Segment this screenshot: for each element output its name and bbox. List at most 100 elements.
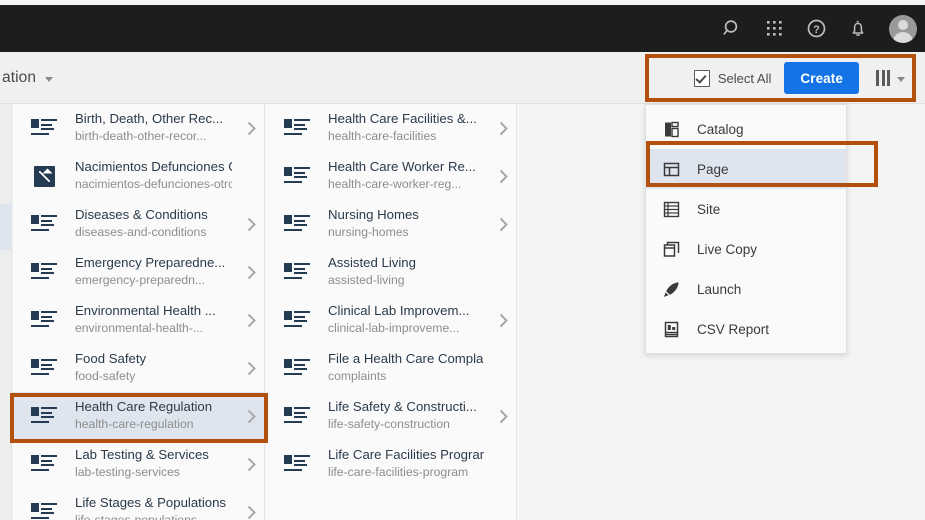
menu-item-site[interactable]: Site (646, 189, 846, 229)
list-item-subtitle: complaints (328, 368, 387, 383)
page-doc-icon (284, 406, 310, 426)
list-item-subtitle: nacimientos-defunciones-otro... (75, 176, 232, 191)
list-item[interactable]: Clinical Lab Improvem... clinical-lab-imp… (266, 296, 516, 344)
search-icon[interactable] (719, 16, 745, 42)
list-item[interactable]: Life Stages & Populations life-stages-pop… (13, 488, 264, 520)
chevron-right-icon[interactable] (238, 121, 264, 136)
help-icon[interactable]: ? (803, 16, 829, 42)
list-item-subtitle: clinical-lab-improveme... (328, 320, 460, 335)
list-item[interactable]: Food Safety food-safety (13, 344, 264, 392)
chevron-right-icon[interactable] (238, 265, 264, 280)
list-item-title: Assisted Living (328, 255, 416, 271)
page-icon (662, 160, 680, 178)
bell-icon[interactable] (845, 16, 871, 42)
menu-item-label: Launch (697, 281, 742, 297)
select-all-button[interactable]: Select All (681, 61, 784, 95)
create-button[interactable]: Create (784, 62, 859, 94)
list-item-subtitle: life-stages-populations (75, 512, 197, 520)
list-item[interactable]: Health Care Regulation health-care-regula… (13, 392, 264, 440)
list-item[interactable]: Health Care Worker Re... health-care-work… (266, 152, 516, 200)
list-item-subtitle: environmental-health-... (75, 320, 204, 335)
list-item-icon (266, 118, 328, 138)
column-view-icon (876, 70, 890, 86)
scroll-rail-thumb[interactable] (0, 204, 12, 250)
menu-item-csv-report[interactable]: CSV Report (646, 309, 846, 349)
list-item[interactable]: Lab Testing & Services lab-testing-servic… (13, 440, 264, 488)
list-item[interactable]: Life Safety & Constructi... life-safety-c… (266, 392, 516, 440)
list-item-subtitle: diseases-and-conditions (75, 224, 207, 239)
list-item[interactable]: Diseases & Conditions diseases-and-condit… (13, 200, 264, 248)
live-copy-icon (662, 240, 680, 258)
csv-report-icon (662, 320, 680, 338)
list-item[interactable]: File a Health Care Complaint complaints (266, 344, 516, 392)
list-item[interactable]: Nursing Homes nursing-homes (266, 200, 516, 248)
list-item-title: Health Care Worker Re... (328, 159, 476, 175)
menu-item-launch[interactable]: Launch (646, 269, 846, 309)
menu-item-page[interactable]: Page (646, 149, 846, 189)
list-item-title: Life Care Facilities Program (328, 447, 484, 463)
breadcrumb[interactable]: ation (0, 52, 54, 104)
list-item-subtitle: emergency-preparedn... (75, 272, 206, 287)
list-item-icon (266, 262, 328, 282)
list-item-icon (13, 165, 75, 187)
list-item-icon (266, 214, 328, 234)
list-item-body: Health Care Facilities &... health-care-f… (328, 111, 490, 144)
scroll-rail[interactable] (0, 104, 12, 520)
list-item-icon (266, 358, 328, 378)
menu-item-label: Catalog (697, 121, 744, 137)
list-item[interactable]: Health Care Facilities &... health-care-f… (266, 104, 516, 152)
menu-item-live-copy[interactable]: Live Copy (646, 229, 846, 269)
list-item-icon (13, 262, 75, 282)
list-item-title: Birth, Death, Other Rec... (75, 111, 224, 127)
chevron-right-icon[interactable] (490, 313, 516, 328)
menu-item-label: Live Copy (697, 241, 758, 257)
list-item[interactable]: Environmental Health ... environmental-he… (13, 296, 264, 344)
list-item-title: Life Safety & Constructi... (328, 399, 477, 415)
chevron-down-icon[interactable] (897, 76, 905, 82)
page-doc-icon (284, 118, 310, 138)
page-doc-icon (284, 454, 310, 474)
list-item-title: Emergency Preparedne... (75, 255, 226, 271)
list-item[interactable]: Nacimientos Defunciones Otr...nacimiento… (13, 152, 264, 200)
list-item-body: Life Stages & Populations life-stages-pop… (75, 495, 238, 520)
chevron-right-icon[interactable] (490, 121, 516, 136)
list-item-body: Life Care Facilities Program life-care-fa… (328, 447, 490, 480)
list-item-body: Diseases & Conditions diseases-and-condit… (75, 207, 238, 240)
list-item-body: File a Health Care Complaint complaints (328, 351, 490, 384)
list-item-title: Environmental Health ... (75, 303, 216, 319)
list-item-title: Life Stages & Populations (75, 495, 227, 511)
page-doc-icon (31, 454, 57, 474)
chevron-right-icon[interactable] (238, 217, 264, 232)
list-item-body: Clinical Lab Improvem... clinical-lab-imp… (328, 303, 490, 336)
create-dropdown-menu: Catalog Page Site Live Copy Launch CSV Report (645, 104, 847, 354)
apps-grid-icon[interactable] (761, 16, 787, 42)
chevron-right-icon[interactable] (238, 361, 264, 376)
list-item-body: Food Safety food-safety (75, 351, 238, 384)
list-item-body: Lab Testing & Services lab-testing-servic… (75, 447, 238, 480)
list-item[interactable]: Birth, Death, Other Rec... birth-death-ot… (13, 104, 264, 152)
list-item-title: Food Safety (75, 351, 147, 367)
chevron-right-icon[interactable] (238, 409, 264, 424)
page-doc-icon (31, 262, 57, 282)
list-item-icon (266, 406, 328, 426)
menu-item-catalog[interactable]: Catalog (646, 109, 846, 149)
column-1: Birth, Death, Other Rec... birth-death-ot… (13, 104, 265, 520)
list-item-subtitle: food-safety (75, 368, 136, 383)
page-doc-icon (31, 118, 57, 138)
list-item-subtitle: assisted-living (328, 272, 405, 287)
list-item[interactable]: Emergency Preparedne... emergency-prepare… (13, 248, 264, 296)
list-item-subtitle: birth-death-other-recor... (75, 128, 207, 143)
chevron-right-icon[interactable] (490, 217, 516, 232)
page-doc-icon (31, 358, 57, 378)
chevron-right-icon[interactable] (490, 169, 516, 184)
chevron-down-icon[interactable] (45, 76, 54, 82)
chevron-right-icon[interactable] (238, 457, 264, 472)
list-item[interactable]: Assisted Living assisted-living (266, 248, 516, 296)
list-item[interactable]: Life Care Facilities Program life-care-fa… (266, 440, 516, 488)
menu-item-label: Site (697, 201, 721, 217)
view-toggle-button[interactable] (859, 61, 915, 95)
chevron-right-icon[interactable] (490, 409, 516, 424)
chevron-right-icon[interactable] (238, 505, 264, 520)
avatar[interactable] (889, 14, 917, 43)
chevron-right-icon[interactable] (238, 313, 264, 328)
